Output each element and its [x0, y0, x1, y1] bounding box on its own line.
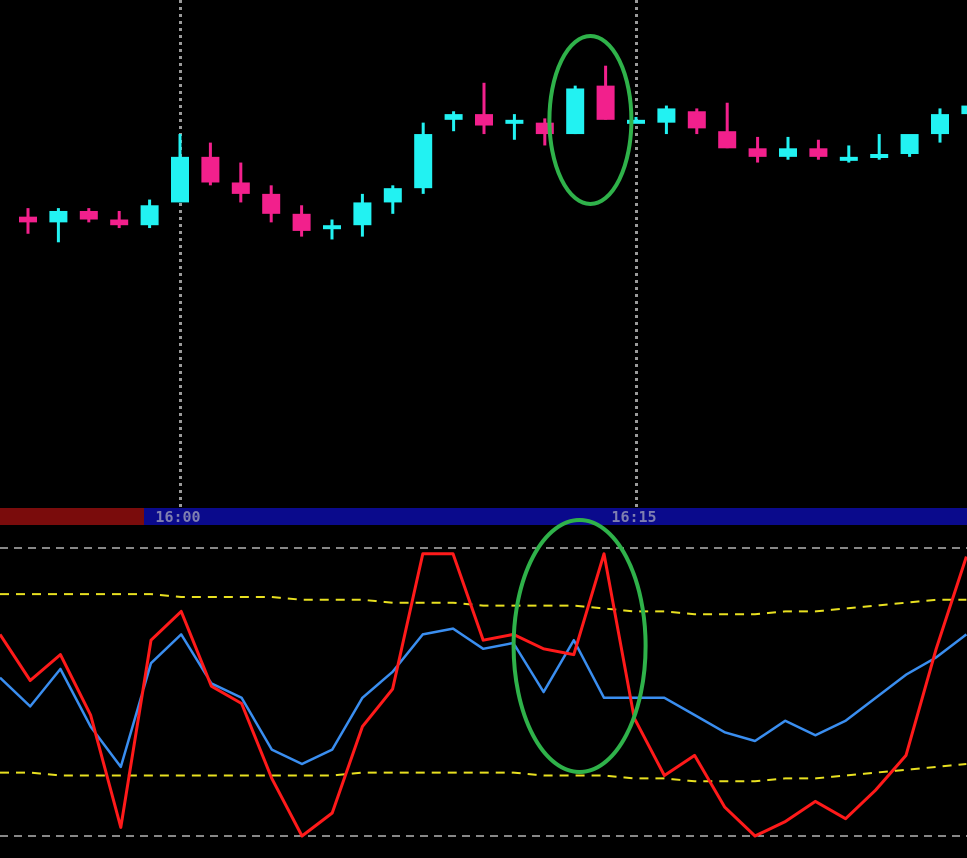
candle-body-bear [262, 193, 281, 214]
candle-body-bear [79, 210, 98, 220]
time-axis-bar: 16:00 16:15 [0, 508, 967, 526]
time-bar-segment [144, 508, 967, 525]
candle-body-bull [323, 225, 341, 230]
candle-body-bull [140, 205, 159, 226]
candle-body-bull [931, 114, 949, 135]
candle-body-bull [383, 188, 402, 203]
candle-body-bull [444, 114, 463, 120]
candle-body-bear [718, 131, 737, 149]
candle-body-bull [171, 156, 189, 203]
candle-body-bull [839, 156, 858, 161]
candle-body-bear [292, 213, 311, 231]
candle-body-bull [657, 108, 676, 123]
candle-body-bull [566, 88, 585, 135]
candle-body-bear [231, 182, 250, 194]
candle-body-bull [414, 134, 433, 189]
candle-body-bear [475, 114, 493, 126]
candle-body-bull [353, 202, 372, 226]
candle-body-bull [779, 148, 797, 157]
candle-body-bear [19, 216, 37, 223]
candle-body-bear [809, 148, 828, 157]
time-label-1615: 16:15 [611, 508, 656, 526]
candle-body-bull [505, 119, 524, 124]
chart-canvas: 16:00 16:15 [0, 0, 967, 858]
candle-body-bear [687, 111, 706, 129]
candle-body-bear [748, 148, 767, 157]
candle-body-bear [201, 156, 220, 183]
candle-body-bull [900, 134, 919, 154]
time-label-1600: 16:00 [155, 508, 200, 526]
candle-body-bull [49, 210, 68, 223]
candle-body-bull [961, 105, 967, 115]
time-bar-past-segment [0, 508, 144, 525]
candle-body-bull [870, 154, 889, 158]
candle-body-bear [110, 219, 129, 226]
candle-body-bear [596, 85, 615, 120]
